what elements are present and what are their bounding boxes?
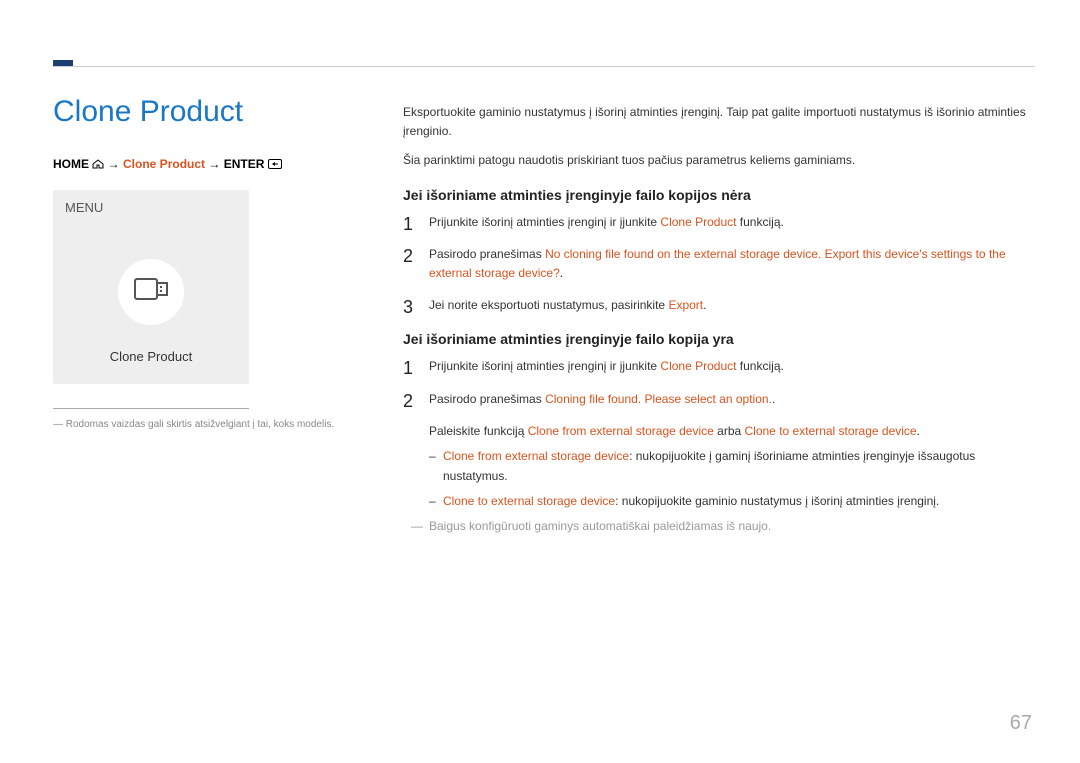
- menu-preview-title: MENU: [53, 190, 249, 215]
- enter-icon: [268, 158, 282, 172]
- step-text: Pasirodo pranešimas: [429, 392, 545, 406]
- step-item: Prijunkite išorinį atminties įrenginį ir…: [403, 357, 1035, 376]
- left-separator: [53, 408, 249, 409]
- highlight-text: Cloning file found. Please select an opt…: [545, 392, 772, 406]
- usb-icon: [134, 278, 168, 305]
- page-number: 67: [1010, 712, 1032, 735]
- step-text: funkciją.: [736, 215, 783, 229]
- step-item: Jei norite eksportuoti nustatymus, pasir…: [403, 296, 1035, 315]
- highlight-text: Clone to external storage device: [745, 424, 917, 438]
- step-text: Pasirodo pranešimas: [429, 247, 545, 261]
- breadcrumb-home: HOME: [53, 157, 89, 171]
- sub-text: : nukopijuokite gaminio nustatymus į išo…: [615, 494, 939, 508]
- footnote: Baigus konfigūruoti gaminys automatiškai…: [403, 519, 1035, 533]
- left-column: Clone Product HOME → Clone Product → ENT…: [53, 95, 403, 533]
- highlight-text: Clone from external storage device: [528, 424, 714, 438]
- right-column: Eksportuokite gaminio nustatymus į išori…: [403, 95, 1035, 533]
- run-text: arba: [714, 424, 745, 438]
- steps-file-exists: Prijunkite išorinį atminties įrenginį ir…: [403, 357, 1035, 408]
- steps-no-file: Prijunkite išorinį atminties įrenginį ir…: [403, 213, 1035, 315]
- preview-icon-wrap: [53, 215, 249, 349]
- sub-item: Clone from external storage device: nuko…: [429, 447, 1035, 485]
- highlight-text: Export: [668, 298, 703, 312]
- highlight-text: Clone to external storage device: [443, 494, 615, 508]
- intro-paragraph-1: Eksportuokite gaminio nustatymus į išori…: [403, 103, 1035, 141]
- section-heading-no-file: Jei išoriniame atminties įrenginyje fail…: [403, 187, 1035, 203]
- intro-paragraph-2: Šia parinktimi patogu naudotis priskiria…: [403, 151, 1035, 170]
- page-content: Clone Product HOME → Clone Product → ENT…: [53, 95, 1035, 533]
- menu-preview-label: Clone Product: [53, 349, 249, 364]
- usb-icon-circle: [118, 259, 184, 325]
- step-item: Prijunkite išorinį atminties įrenginį ir…: [403, 213, 1035, 232]
- step-text: funkciją.: [736, 359, 783, 373]
- menu-preview: MENU Clone Product: [53, 190, 249, 384]
- home-icon: [92, 158, 104, 172]
- step-text: .: [560, 266, 563, 280]
- section-heading-file-exists: Jei išoriniame atminties įrenginyje fail…: [403, 331, 1035, 347]
- header-rule: [53, 66, 1035, 67]
- breadcrumb: HOME → Clone Product → ENTER: [53, 157, 375, 172]
- run-instruction: Paleiskite funkciją Clone from external …: [403, 422, 1035, 441]
- step-text: Prijunkite išorinį atminties įrenginį ir…: [429, 359, 660, 373]
- highlight-text: Clone Product: [660, 359, 736, 373]
- step-text: Prijunkite išorinį atminties įrenginį ir…: [429, 215, 660, 229]
- step-item: Pasirodo pranešimas No cloning file foun…: [403, 245, 1035, 282]
- highlight-text: Clone Product: [660, 215, 736, 229]
- step-text: .: [703, 298, 706, 312]
- step-text: Jei norite eksportuoti nustatymus, pasir…: [429, 298, 668, 312]
- page-title: Clone Product: [53, 95, 375, 129]
- sub-list: Clone from external storage device : nuko…: [403, 447, 1035, 511]
- breadcrumb-mid: Clone Product: [123, 157, 205, 171]
- run-text: .: [917, 424, 920, 438]
- sub-item: Clone to external storage device: nukopi…: [429, 492, 1035, 511]
- highlight-text: Clone from external storage device: [443, 449, 629, 463]
- breadcrumb-enter: ENTER: [224, 157, 265, 171]
- step-text: .: [772, 392, 775, 406]
- run-text: Paleiskite funkciją: [429, 424, 528, 438]
- step-item: Pasirodo pranešimas Cloning file found. …: [403, 390, 1035, 409]
- image-disclaimer: ― Rodomas vaizdas gali skirtis atsižvelg…: [53, 419, 375, 430]
